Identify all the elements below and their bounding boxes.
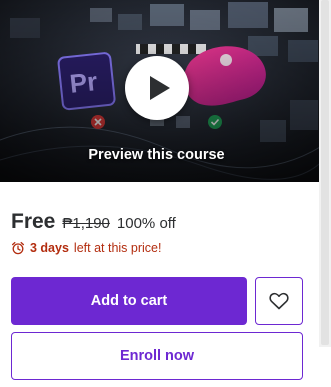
heart-icon — [269, 292, 289, 310]
scrollbar-thumb[interactable] — [321, 0, 329, 345]
course-purchase-card: Pr Preview this course Free ₱1,190 100% … — [0, 0, 331, 387]
scrollbar[interactable] — [319, 0, 331, 347]
deadline-days: 3 days — [30, 241, 69, 255]
current-price: Free — [11, 210, 56, 233]
price-deadline: 3 days left at this price! — [11, 241, 161, 255]
play-icon — [150, 76, 170, 100]
wishlist-button[interactable] — [255, 277, 303, 325]
original-price: ₱1,190 — [62, 215, 110, 232]
price-row: Free ₱1,190 100% off — [11, 210, 176, 234]
add-to-cart-button[interactable]: Add to cart — [11, 277, 247, 325]
deadline-text: left at this price! — [73, 241, 162, 255]
course-preview[interactable]: Pr Preview this course — [0, 0, 331, 182]
preview-course-label[interactable]: Preview this course — [0, 147, 313, 163]
enroll-now-button[interactable]: Enroll now — [11, 332, 303, 380]
discount-percent: 100% off — [116, 215, 176, 232]
alarm-clock-icon — [11, 241, 25, 255]
play-button[interactable] — [125, 56, 189, 120]
